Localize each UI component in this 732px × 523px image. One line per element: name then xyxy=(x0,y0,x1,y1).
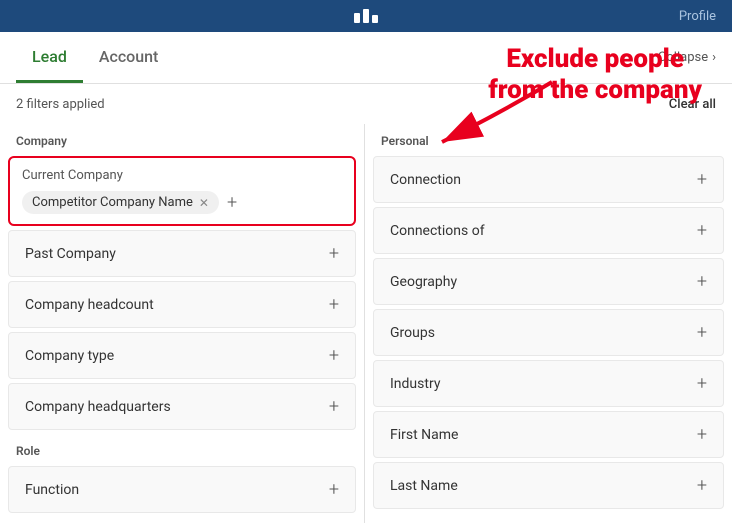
function-label: Function xyxy=(25,482,79,498)
filter-header: 2 filters applied Clear all xyxy=(0,84,732,124)
expand-icon: + xyxy=(697,322,707,343)
function-filter[interactable]: Function + xyxy=(8,466,356,513)
past-company-filter[interactable]: Past Company + xyxy=(8,230,356,277)
expand-icon: + xyxy=(329,345,339,366)
expand-icon: + xyxy=(697,220,707,241)
expand-icon: + xyxy=(697,475,707,496)
expand-icon: + xyxy=(697,373,707,394)
expand-icon: + xyxy=(329,294,339,315)
geography-filter[interactable]: Geography + xyxy=(373,258,724,305)
profile-link[interactable]: Profile xyxy=(679,9,716,24)
competitor-tag[interactable]: Competitor Company Name ✕ xyxy=(22,191,219,214)
expand-icon: + xyxy=(329,243,339,264)
past-company-label: Past Company xyxy=(25,246,116,262)
left-column: Company Current Company Competitor Compa… xyxy=(0,124,365,523)
chevron-icon: › xyxy=(712,50,716,65)
company-headcount-filter[interactable]: Company headcount + xyxy=(8,281,356,328)
tab-lead[interactable]: Lead xyxy=(16,33,83,83)
expand-icon: + xyxy=(697,271,707,292)
current-company-filter[interactable]: Current Company Competitor Company Name … xyxy=(8,156,356,226)
role-section-header: Role xyxy=(0,434,364,462)
clear-all-button[interactable]: Clear all xyxy=(669,97,716,112)
connection-filter[interactable]: Connection + xyxy=(373,156,724,203)
filter-columns: Company Current Company Competitor Compa… xyxy=(0,124,732,523)
company-headcount-label: Company headcount xyxy=(25,297,154,313)
right-column: Personal Connection + Connections of + G… xyxy=(365,124,732,523)
groups-label: Groups xyxy=(390,325,435,341)
last-name-filter[interactable]: Last Name + xyxy=(373,462,724,509)
tab-account[interactable]: Account xyxy=(83,33,175,83)
company-headquarters-filter[interactable]: Company headquarters + xyxy=(8,383,356,430)
expand-icon: + xyxy=(329,479,339,500)
connection-label: Connection xyxy=(390,172,461,188)
company-headquarters-label: Company headquarters xyxy=(25,399,171,415)
first-name-filter[interactable]: First Name + xyxy=(373,411,724,458)
tag-remove-button[interactable]: ✕ xyxy=(199,197,209,209)
expand-icon: + xyxy=(329,396,339,417)
groups-filter[interactable]: Groups + xyxy=(373,309,724,356)
personal-section-header: Personal xyxy=(365,124,732,152)
connections-of-label: Connections of xyxy=(390,223,485,239)
company-type-label: Company type xyxy=(25,348,114,364)
expand-icon: + xyxy=(697,424,707,445)
company-type-filter[interactable]: Company type + xyxy=(8,332,356,379)
add-tag-button[interactable]: + xyxy=(227,192,237,213)
industry-label: Industry xyxy=(390,376,440,392)
last-name-label: Last Name xyxy=(390,478,458,494)
company-section-header: Company xyxy=(0,124,364,152)
industry-filter[interactable]: Industry + xyxy=(373,360,724,407)
logo xyxy=(354,9,378,23)
tag-row: Competitor Company Name ✕ + xyxy=(22,191,342,214)
tab-bar: Lead Account Collapse › xyxy=(0,32,732,84)
first-name-label: First Name xyxy=(390,427,458,443)
geography-label: Geography xyxy=(390,274,457,290)
expand-icon: + xyxy=(697,169,707,190)
filters-applied-count: 2 filters applied xyxy=(16,97,105,112)
current-company-label: Current Company xyxy=(22,168,342,183)
top-bar: Profile xyxy=(0,0,732,32)
tag-label: Competitor Company Name xyxy=(32,195,193,210)
connections-of-filter[interactable]: Connections of + xyxy=(373,207,724,254)
collapse-button[interactable]: Collapse › xyxy=(658,50,716,65)
